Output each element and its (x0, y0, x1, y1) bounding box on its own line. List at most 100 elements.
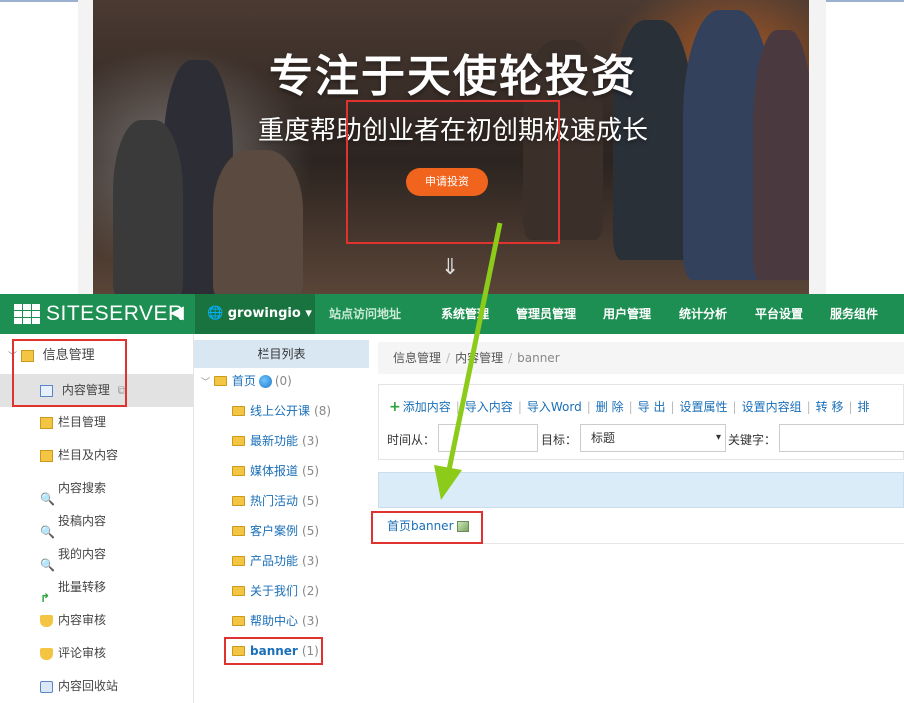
globe-icon (258, 375, 272, 388)
brand-name: SITESERVER (46, 302, 184, 325)
move-arrow-icon: ↱ (40, 590, 51, 605)
tree-highlight-box (224, 637, 323, 665)
tree-node[interactable]: 最新功能 (3) (232, 431, 319, 451)
site-name: growingio (227, 306, 301, 321)
sidebar-highlight-box (12, 339, 127, 407)
time-from-label: 时间从： (387, 433, 436, 447)
plus-icon: + (389, 399, 401, 415)
tree-root[interactable]: ﹀ 首页 (0) (201, 371, 292, 391)
tree-node-count: (5) (302, 524, 320, 538)
tree-node-label: 最新功能 (250, 434, 299, 448)
sidebar-item-comment-review[interactable]: 评论审核 (0, 637, 193, 670)
sidebar-item-columns-content[interactable]: 栏目及内容 (0, 439, 193, 472)
tree-node[interactable]: 产品功能 (3) (232, 551, 319, 571)
tree-node-count: (3) (302, 554, 320, 568)
breadcrumb-item[interactable]: 信息管理 (393, 351, 441, 365)
shield-icon (40, 647, 53, 660)
menu-item-system[interactable]: 系统管理 (441, 294, 516, 334)
export-button[interactable]: 导 出 (638, 400, 666, 414)
tree-node-count: (5) (302, 464, 320, 478)
down-arrow-icon[interactable]: ⇓ (441, 255, 459, 280)
grid-icon (14, 304, 40, 324)
tree-node[interactable]: 线上公开课 (8) (232, 401, 331, 421)
toolbar-actions: + 添加内容 | 导入内容 | 导入Word | 删 除 | 导 出 | 设置属性 | 设置内容组 | 转 移… (389, 399, 870, 415)
keyword-label: 关键字： (728, 433, 777, 447)
folder-icon (232, 435, 245, 446)
menu-item-platform[interactable]: 平台设置 (755, 294, 830, 334)
sidebar-item-submissions[interactable]: 🔍投稿内容 (0, 505, 193, 539)
tree-node-count: (3) (302, 434, 320, 448)
set-attributes-button[interactable]: 设置属性 (680, 400, 728, 414)
sort-button[interactable]: 排 (858, 400, 870, 414)
target-select[interactable]: 标题 ▾ (580, 424, 726, 452)
folder-icon (232, 615, 245, 626)
folder-icon (232, 585, 245, 596)
sidebar-item-label: 我的内容 (58, 547, 107, 561)
menu-item-stats[interactable]: 统计分析 (679, 294, 755, 334)
sidebar-item-batch-move[interactable]: ↱ 批量转移 (0, 571, 193, 605)
breadcrumb-item-current: banner (517, 351, 560, 365)
brand-logo[interactable]: SITESERVER (14, 294, 184, 334)
add-content-button[interactable]: 添加内容 (403, 400, 451, 414)
import-word-button[interactable]: 导入Word (527, 400, 582, 414)
set-content-group-button[interactable]: 设置内容组 (742, 400, 802, 414)
folder-icon (232, 405, 245, 416)
time-from-input[interactable] (438, 424, 538, 452)
sidebar-item-label: 内容审核 (58, 613, 107, 627)
tree-node-label: 产品功能 (250, 554, 299, 568)
folder-icon (232, 495, 245, 506)
sidebar-item-columns[interactable]: 栏目管理 (0, 406, 193, 439)
sidebar-item-recycle-bin[interactable]: 内容回收站 (0, 670, 193, 703)
sidebar-item-label: 栏目管理 (58, 415, 107, 429)
content-list-header (378, 472, 904, 508)
sidebar-item-label: 栏目及内容 (58, 448, 119, 462)
search-icon: 🔍 (40, 524, 55, 539)
delete-button[interactable]: 删 除 (596, 400, 624, 414)
menu-item-admins[interactable]: 管理员管理 (516, 294, 603, 334)
globe-icon: 🌐 (207, 306, 224, 321)
banner-highlight-box (346, 100, 560, 244)
menu-item-site-url[interactable]: 站点访问地址 ▾ (315, 294, 441, 361)
target-label: 目标： (541, 433, 578, 447)
row-highlight-box (371, 511, 483, 544)
chevron-down-icon[interactable]: ﹀ (201, 378, 210, 388)
folder-icon (232, 555, 245, 566)
tree-node-count: (0) (274, 374, 292, 388)
sidebar-item-label: 评论审核 (58, 646, 107, 660)
tree-node-label: 客户案例 (250, 524, 299, 538)
breadcrumb: 信息管理 / 内容管理 / banner (378, 342, 904, 374)
tree-node[interactable]: 关于我们 (2) (232, 581, 319, 601)
breadcrumb-item[interactable]: 内容管理 (455, 351, 503, 365)
tree-node-label: 线上公开课 (250, 404, 311, 418)
folder-icon (232, 465, 245, 476)
top-nav: SITESERVER ◀ 🌐 growingio ▾ 站点访问地址 ▾ 系统管理… (0, 294, 904, 361)
menu-item-services[interactable]: 服务组件 (830, 294, 904, 334)
recycle-bin-icon (40, 680, 53, 693)
tree-node-label: 媒体报道 (250, 464, 299, 478)
sidebar-item-my-content[interactable]: 🔍我的内容 (0, 538, 193, 572)
menu-item-users[interactable]: 用户管理 (603, 294, 679, 334)
tree-node-count: (5) (302, 494, 320, 508)
tree-node-count: (3) (302, 614, 320, 628)
tree-node[interactable]: 帮助中心 (3) (232, 611, 319, 631)
main-menu: 站点访问地址 ▾ 系统管理 管理员管理 用户管理 统计分析 平台设置 服务组件 (315, 294, 904, 361)
tree-node-label: 首页 (231, 374, 256, 388)
tree-node[interactable]: 媒体报道 (5) (232, 461, 319, 481)
folder-icon (40, 416, 53, 429)
search-icon: 🔍 (40, 557, 55, 572)
transfer-button[interactable]: 转 移 (816, 400, 844, 414)
sidebar-item-search[interactable]: 🔍内容搜索 (0, 472, 193, 506)
tree-node[interactable]: 客户案例 (5) (232, 521, 319, 541)
tree-header: 栏目列表 (194, 340, 369, 368)
site-selector[interactable]: 🌐 growingio ▾ (195, 294, 315, 334)
sidebar-item-label: 批量转移 (58, 580, 107, 594)
sidebar-item-content-review[interactable]: 内容审核 (0, 604, 193, 637)
import-content-button[interactable]: 导入内容 (465, 400, 513, 414)
tree-node-label: 帮助中心 (250, 614, 299, 628)
tree-node-count: (2) (302, 584, 320, 598)
tree-node-label: 热门活动 (250, 494, 299, 508)
back-arrow-icon[interactable]: ◀ (170, 302, 184, 323)
tree-node-label: 关于我们 (250, 584, 299, 598)
tree-node[interactable]: 热门活动 (5) (232, 491, 319, 511)
keyword-input[interactable] (779, 424, 904, 452)
